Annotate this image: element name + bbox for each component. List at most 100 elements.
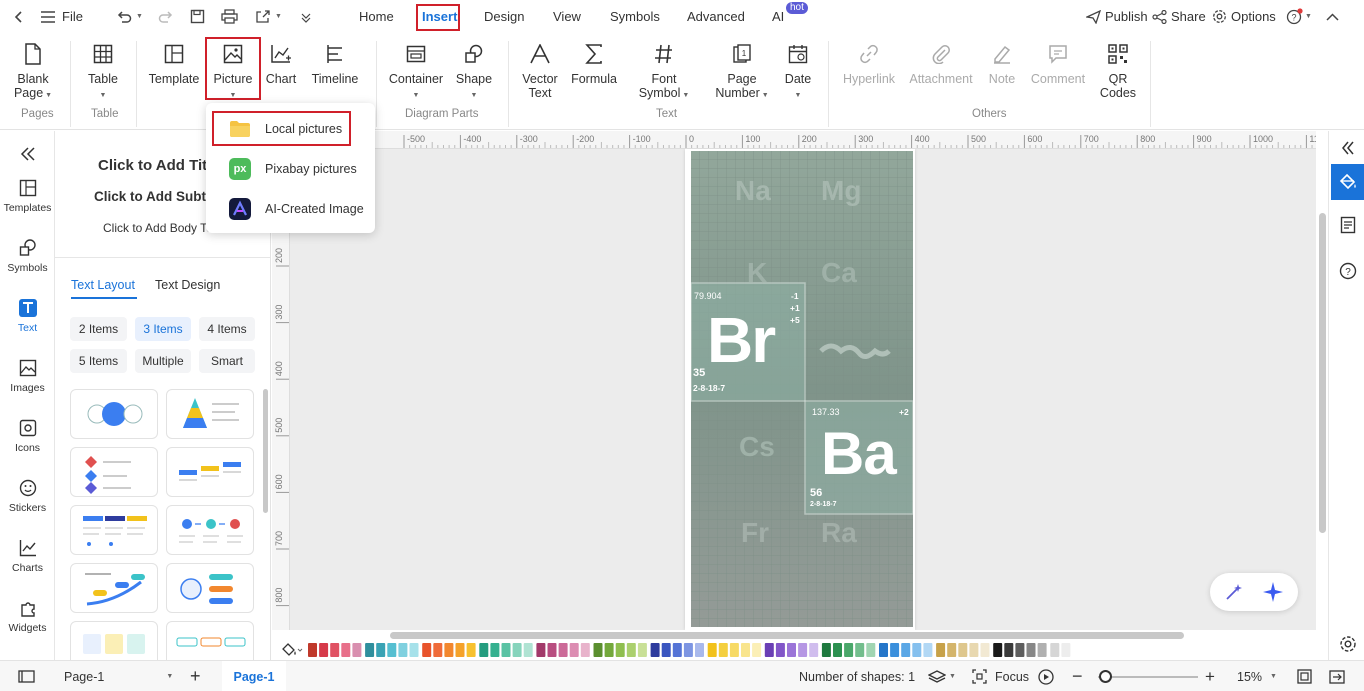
color-swatch[interactable] — [319, 643, 329, 657]
color-swatch[interactable] — [433, 643, 443, 657]
chip-3-items[interactable]: 3 Items — [135, 317, 191, 341]
chart-button[interactable]: Chart — [262, 41, 300, 86]
layout-card[interactable] — [70, 621, 158, 660]
color-swatch[interactable] — [1015, 643, 1025, 657]
color-swatch[interactable] — [466, 643, 476, 657]
layout-card[interactable] — [70, 563, 158, 613]
blank-page-button[interactable]: Blank Page ▼ — [10, 41, 56, 103]
collapse-ribbon-icon[interactable] — [1326, 0, 1339, 33]
color-swatch[interactable] — [444, 643, 454, 657]
format-paint-icon[interactable] — [1331, 164, 1364, 200]
table-button[interactable]: Table ▼ — [80, 41, 126, 103]
color-swatch[interactable] — [1050, 643, 1060, 657]
export-icon[interactable]: ▼ — [255, 0, 282, 33]
color-swatch[interactable] — [479, 643, 489, 657]
color-swatch[interactable] — [352, 643, 362, 657]
color-swatch[interactable] — [741, 643, 750, 657]
rail-item-stickers[interactable]: Stickers — [0, 477, 55, 514]
layout-card[interactable] — [70, 505, 158, 555]
color-swatch[interactable] — [993, 643, 1003, 657]
color-swatch[interactable] — [901, 643, 911, 657]
chip-smart[interactable]: Smart — [199, 349, 255, 373]
color-swatch[interactable] — [512, 643, 522, 657]
fit-page-icon[interactable] — [1297, 661, 1312, 691]
color-swatch[interactable] — [558, 643, 568, 657]
color-swatch[interactable] — [650, 643, 660, 657]
rail-item-widgets[interactable]: Widgets — [0, 597, 55, 634]
print-icon[interactable] — [221, 0, 238, 33]
chip-2-items[interactable]: 2 Items — [70, 317, 127, 341]
layout-card[interactable] — [166, 447, 254, 497]
add-page-icon[interactable]: + — [190, 661, 201, 691]
color-swatch[interactable] — [626, 643, 636, 657]
shape-button[interactable]: Shape ▼ — [452, 41, 496, 103]
file-menu[interactable]: File — [40, 0, 83, 33]
focus-button[interactable]: Focus — [972, 661, 1029, 691]
color-swatch[interactable] — [980, 643, 990, 657]
layout-card[interactable] — [70, 389, 158, 439]
vector-text-button[interactable]: Vector Text — [518, 41, 562, 100]
page-view-icon[interactable] — [18, 661, 35, 691]
color-swatch[interactable] — [1004, 643, 1014, 657]
rail-item-images[interactable]: Images — [0, 357, 55, 394]
canvas-area[interactable]: Na Mg K Ca Cs Fr Ra 79.904 -1 +1 +5 Br 3… — [290, 149, 1316, 630]
panel-scrollbar[interactable] — [263, 389, 268, 513]
color-swatch[interactable] — [569, 643, 579, 657]
chip-5-items[interactable]: 5 Items — [70, 349, 127, 373]
page-tab-1[interactable]: Page-1 — [222, 661, 286, 691]
zoom-level[interactable]: 15% ▼ — [1237, 661, 1277, 691]
fill-bucket-icon[interactable] — [282, 643, 304, 657]
color-swatch[interactable] — [547, 643, 557, 657]
color-swatch[interactable] — [398, 643, 408, 657]
attachment-button[interactable]: Attachment — [906, 41, 976, 86]
font-symbol-button[interactable]: Font Symbol ▼ — [634, 41, 694, 103]
rail-item-charts[interactable]: Charts — [0, 537, 55, 574]
zoom-out-icon[interactable]: − — [1072, 661, 1083, 691]
horizontal-scrollbar-thumb[interactable] — [390, 632, 1184, 639]
tab-text-layout[interactable]: Text Layout — [71, 278, 135, 292]
color-swatch[interactable] — [866, 643, 876, 657]
rail-item-templates[interactable]: Templates — [0, 177, 55, 214]
color-swatch[interactable] — [672, 643, 682, 657]
color-swatch[interactable] — [855, 643, 865, 657]
page-number-button[interactable]: 1 Page Number ▼ — [708, 41, 776, 103]
color-swatch[interactable] — [330, 643, 340, 657]
menu-item-ai-created-image[interactable]: AI-Created Image — [206, 192, 375, 226]
container-button[interactable]: Container ▼ — [386, 41, 446, 103]
fullscreen-icon[interactable] — [1329, 661, 1345, 691]
expand-right-panel-icon[interactable] — [1341, 141, 1355, 155]
note-button[interactable]: Note — [984, 41, 1020, 86]
vertical-scrollbar-thumb[interactable] — [1319, 213, 1326, 533]
rail-item-icons[interactable]: Icons — [0, 417, 55, 454]
color-swatch[interactable] — [809, 643, 819, 657]
color-swatch[interactable] — [729, 643, 739, 657]
color-swatch[interactable] — [376, 643, 386, 657]
tab-home[interactable]: Home — [359, 9, 394, 24]
play-icon[interactable] — [1038, 661, 1054, 691]
layout-card[interactable] — [166, 563, 254, 613]
color-swatch[interactable] — [387, 643, 397, 657]
color-swatch[interactable] — [821, 643, 831, 657]
layout-card[interactable] — [166, 389, 254, 439]
magic-wand-icon[interactable] — [1224, 582, 1244, 602]
save-icon[interactable] — [190, 0, 205, 33]
layers-icon[interactable]: ▼ — [928, 661, 956, 691]
zoom-slider[interactable] — [1098, 676, 1198, 678]
help-circle-icon[interactable]: ? — [1339, 262, 1357, 280]
hyperlink-button[interactable]: Hyperlink — [838, 41, 900, 86]
color-swatch[interactable] — [580, 643, 590, 657]
color-swatch[interactable] — [912, 643, 922, 657]
color-swatch[interactable] — [536, 643, 546, 657]
color-swatch[interactable] — [879, 643, 888, 657]
more-chevron-icon[interactable] — [300, 0, 312, 33]
color-swatch[interactable] — [365, 643, 375, 657]
color-swatch[interactable] — [890, 643, 900, 657]
settings-gear-icon[interactable] — [1339, 635, 1357, 653]
redo-icon[interactable] — [158, 0, 174, 33]
undo-icon[interactable]: ▼ — [116, 0, 143, 33]
tab-text-design[interactable]: Text Design — [155, 278, 220, 292]
color-swatch[interactable] — [523, 643, 533, 657]
color-swatch[interactable] — [422, 643, 432, 657]
zoom-slider-thumb[interactable] — [1099, 670, 1112, 683]
menu-item-pixabay-pictures[interactable]: px Pixabay pictures — [206, 152, 375, 186]
